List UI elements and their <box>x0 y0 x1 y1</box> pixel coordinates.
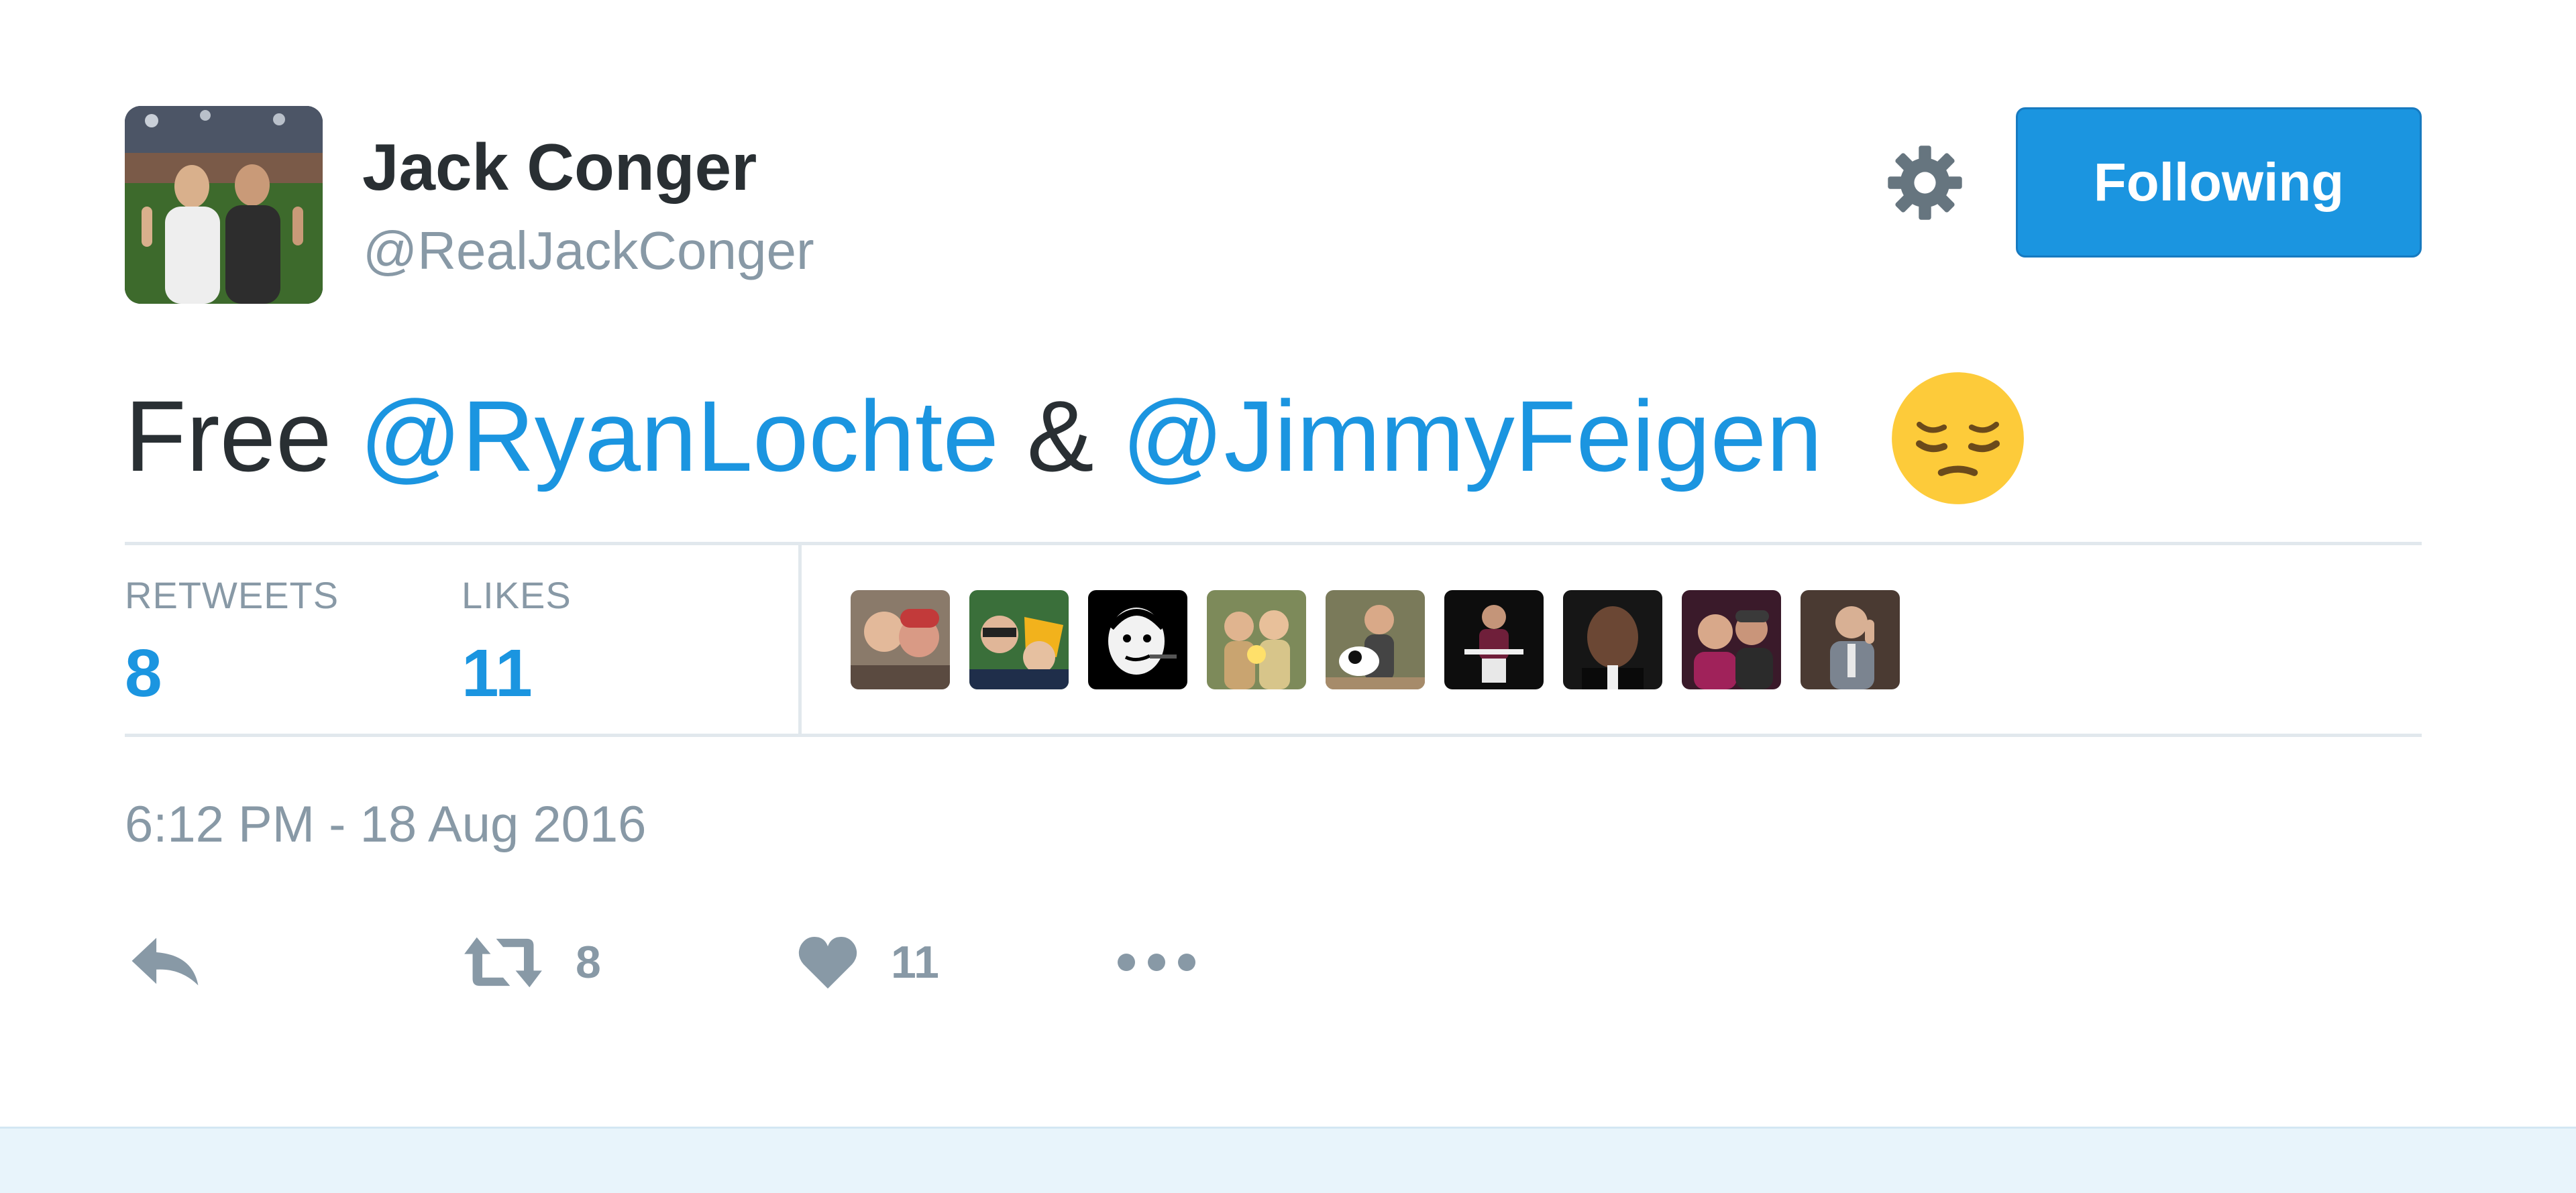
liker-avatars <box>851 590 1900 689</box>
liker-avatar[interactable] <box>1444 590 1544 689</box>
more-dots-icon <box>1118 954 1195 971</box>
user-avatar[interactable] <box>125 106 323 304</box>
like-action[interactable]: 11 <box>796 925 939 999</box>
liker-avatar[interactable] <box>851 590 950 689</box>
reply-icon <box>131 938 199 986</box>
heart-icon <box>798 936 857 989</box>
stats-vertical-divider <box>798 543 802 735</box>
mention-link-jimmyfeigen[interactable]: @JimmyFeigen <box>1122 380 1822 492</box>
reply-action[interactable] <box>129 925 201 999</box>
more-action[interactable] <box>1116 925 1197 999</box>
pensive-face-emoji-icon <box>1889 370 2027 507</box>
stats-bottom-divider <box>125 734 2422 737</box>
user-avatar-photo <box>125 106 323 304</box>
user-handle[interactable]: @RealJackConger <box>363 224 814 278</box>
retweet-action[interactable]: 8 <box>462 925 601 999</box>
tweet-text-prefix: Free <box>125 380 360 492</box>
retweets-count: 8 <box>125 636 162 711</box>
liker-avatar[interactable] <box>1682 590 1781 689</box>
tweet-text-conjunction: & <box>998 380 1122 492</box>
liker-avatar[interactable] <box>969 590 1069 689</box>
stats-top-divider <box>125 542 2422 545</box>
like-count: 11 <box>891 937 939 988</box>
liker-avatar[interactable] <box>1088 590 1187 689</box>
retweets-label: RETWEETS <box>125 574 339 616</box>
retweet-count: 8 <box>576 937 601 988</box>
likes-label: LIKES <box>462 574 572 616</box>
following-button[interactable]: Following <box>2016 107 2422 258</box>
retweets-stat[interactable]: RETWEETS 8 <box>125 577 339 707</box>
gear-icon[interactable] <box>1886 144 1964 221</box>
retweet-icon <box>464 937 542 988</box>
likes-count: 11 <box>462 636 533 711</box>
display-name[interactable]: Jack Conger <box>362 134 757 200</box>
likes-stat[interactable]: LIKES 11 <box>462 577 572 707</box>
tweet-timestamp[interactable]: 6:12 PM - 18 Aug 2016 <box>125 799 646 850</box>
tweet-text: Free @RyanLochte & @JimmyFeigen <box>125 362 2027 510</box>
mention-link-ryanlochte[interactable]: @RyanLochte <box>360 380 999 492</box>
liker-avatar[interactable] <box>1801 590 1900 689</box>
liker-avatar[interactable] <box>1207 590 1306 689</box>
liker-avatar[interactable] <box>1563 590 1662 689</box>
liker-avatar[interactable] <box>1326 590 1425 689</box>
reply-area-band <box>0 1127 2576 1193</box>
